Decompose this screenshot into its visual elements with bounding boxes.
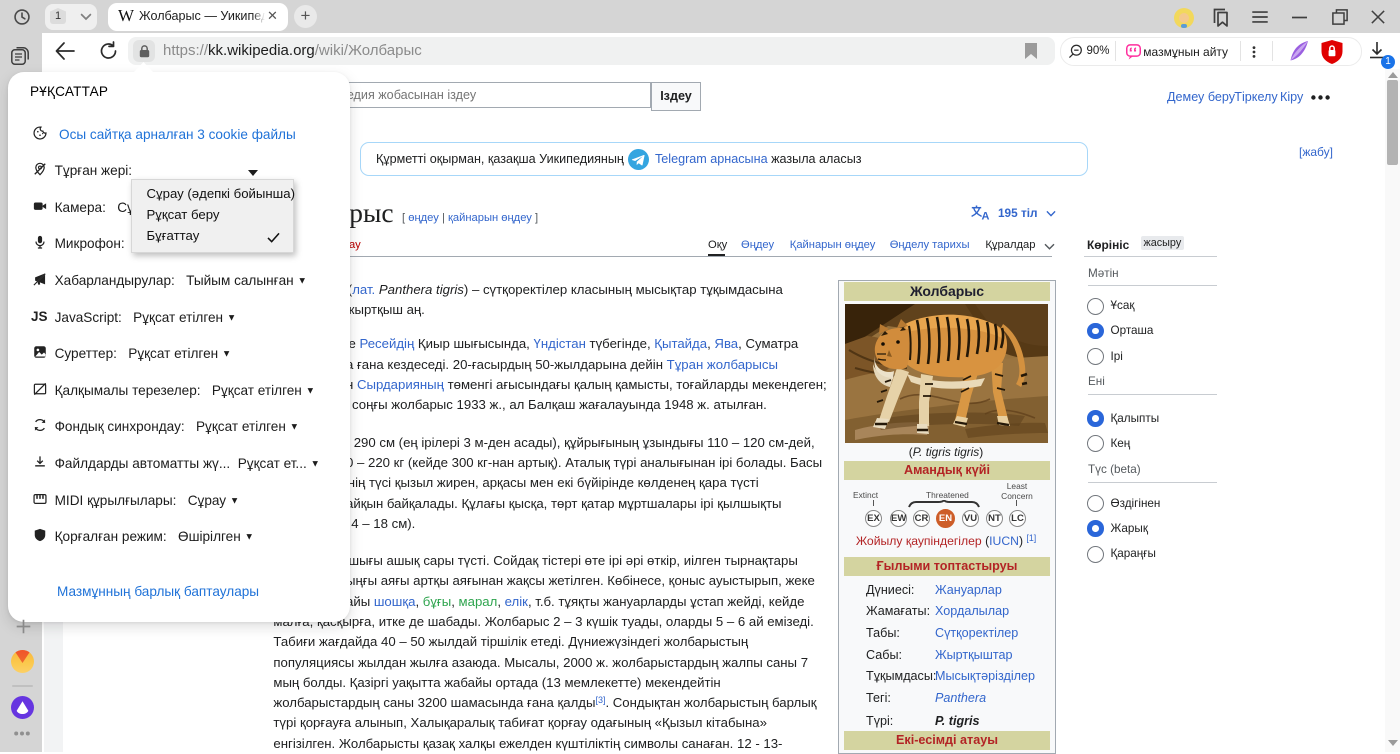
svg-text:A: A xyxy=(982,211,990,221)
